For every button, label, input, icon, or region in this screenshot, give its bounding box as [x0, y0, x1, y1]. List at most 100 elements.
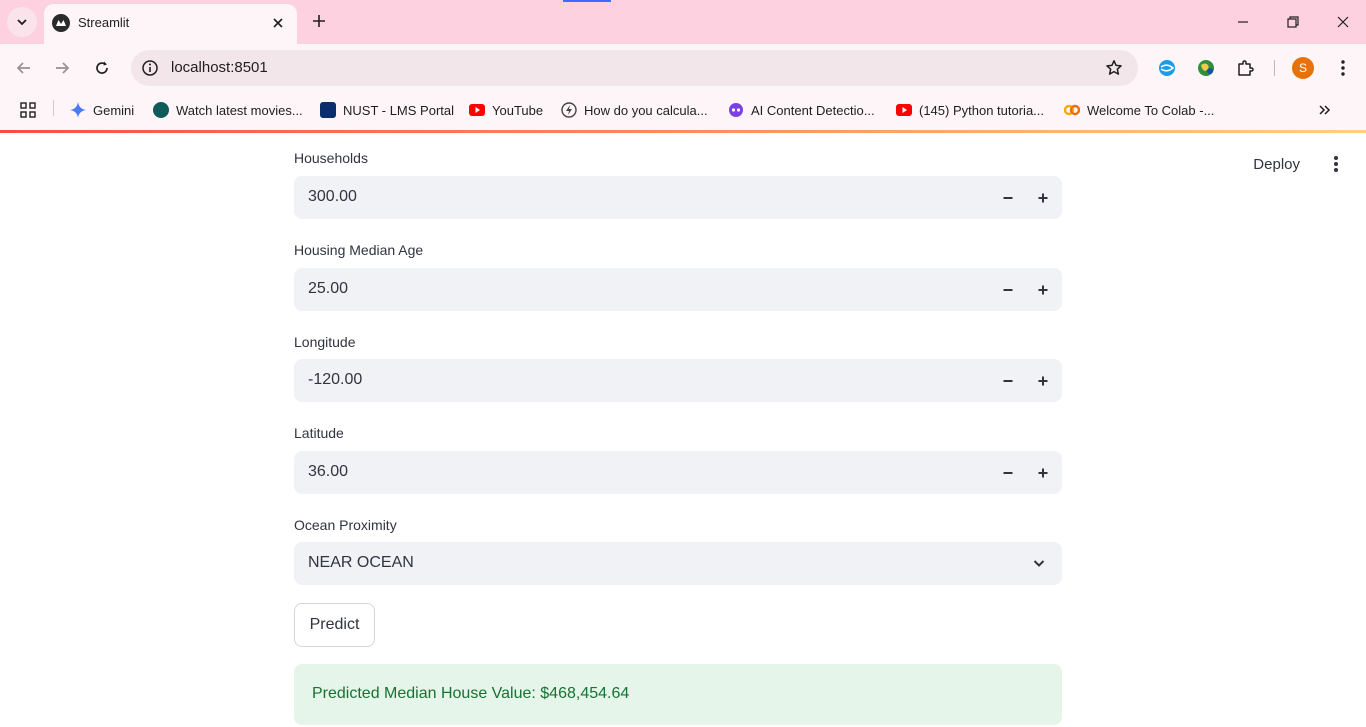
housing-median-age-increment-button[interactable] — [1029, 276, 1057, 304]
households-increment-button[interactable] — [1029, 184, 1057, 212]
streamlit-icon — [52, 14, 70, 32]
bookmark-label: NUST - LMS Portal — [343, 102, 455, 118]
tab-search-button[interactable] — [7, 7, 37, 37]
forward-button[interactable] — [48, 54, 76, 82]
site-info-icon[interactable] — [140, 58, 160, 78]
minus-icon — [1003, 197, 1013, 199]
arrow-left-icon — [16, 62, 30, 74]
colab-icon — [1064, 104, 1080, 116]
app-header-actions: Deploy — [1253, 152, 1346, 176]
nust-icon — [320, 102, 336, 118]
minus-icon — [1003, 289, 1013, 291]
households-input[interactable]: 300.00 — [294, 176, 1062, 219]
bookmark-label: Welcome To Colab -... — [1087, 102, 1215, 118]
bookmark-ai-content-detector[interactable]: AI Content Detectio... — [728, 100, 875, 120]
restore-button[interactable] — [1268, 0, 1318, 44]
close-tab-icon[interactable] — [268, 13, 288, 33]
bookmarks-bar: Gemini Watch latest movies... NUST - LMS… — [0, 92, 1366, 130]
browser-tab[interactable]: Streamlit — [44, 4, 297, 44]
longitude-increment-button[interactable] — [1029, 367, 1057, 395]
bookmark-how-calculate[interactable]: How do you calcula... — [561, 100, 708, 120]
households-value[interactable]: 300.00 — [308, 188, 357, 206]
ocean-proximity-label: Ocean Proximity — [294, 517, 397, 533]
chevron-down-icon[interactable] — [1030, 554, 1048, 572]
extension-globe-icon[interactable] — [1155, 56, 1179, 80]
bookmark-label: YouTube — [492, 102, 544, 118]
close-icon — [1337, 16, 1349, 28]
bookmark-gemini[interactable]: Gemini — [70, 100, 134, 120]
browser-menu-icon[interactable] — [1331, 56, 1355, 80]
streamlit-header-accent — [0, 130, 1366, 133]
youtube-icon — [896, 104, 912, 116]
arrow-right-icon — [56, 62, 70, 74]
bookmark-nust-lms[interactable]: NUST - LMS Portal — [320, 100, 454, 120]
bookmark-youtube[interactable]: YouTube — [469, 100, 543, 120]
bookmark-label: Gemini — [93, 102, 135, 118]
bookmark-label: How do you calcula... — [584, 102, 708, 118]
bookmark-colab[interactable]: Welcome To Colab -... — [1064, 100, 1214, 120]
bookmark-movies[interactable]: Watch latest movies... — [153, 100, 303, 120]
bookmark-star-icon[interactable] — [1104, 58, 1124, 78]
tab-title: Streamlit — [78, 15, 130, 30]
browser-toolbar: localhost:8501 S — [0, 44, 1366, 92]
ai-detector-icon — [729, 103, 743, 117]
bookmark-label: (145) Python tutoria... — [919, 102, 1045, 118]
youtube-icon — [469, 104, 485, 116]
close-window-button[interactable] — [1318, 0, 1366, 44]
minimize-button[interactable] — [1218, 0, 1268, 44]
bookmark-label: AI Content Detectio... — [751, 102, 875, 118]
tab-strip-indicator — [563, 0, 611, 2]
chevron-down-icon — [17, 19, 27, 26]
latitude-value[interactable]: 36.00 — [308, 463, 348, 481]
longitude-input[interactable]: -120.00 — [294, 359, 1062, 402]
reload-icon — [96, 61, 108, 74]
longitude-value[interactable]: -120.00 — [308, 371, 362, 389]
tab-strip: Streamlit — [0, 0, 1366, 44]
plus-icon — [1038, 468, 1048, 478]
apps-grid-icon[interactable] — [19, 100, 37, 120]
url-text[interactable]: localhost:8501 — [171, 59, 268, 76]
plus-icon — [1038, 285, 1048, 295]
plus-icon — [313, 15, 325, 27]
households-decrement-button[interactable] — [994, 184, 1022, 212]
latitude-label: Latitude — [294, 425, 344, 441]
main-menu-icon[interactable] — [1326, 152, 1346, 176]
lightning-icon — [561, 102, 577, 118]
minus-icon — [1003, 380, 1013, 382]
extensions-puzzle-icon[interactable] — [1233, 56, 1257, 80]
prediction-result-alert: Predicted Median House Value: $468,454.6… — [294, 664, 1062, 725]
movies-icon — [153, 102, 169, 118]
bookmark-label: Watch latest movies... — [176, 102, 303, 118]
ocean-proximity-select[interactable]: NEAR OCEAN — [294, 542, 1062, 585]
toolbar-separator — [1274, 60, 1275, 76]
new-tab-button[interactable] — [306, 8, 332, 34]
longitude-label: Longitude — [294, 334, 356, 350]
gemini-icon — [70, 102, 86, 118]
plus-icon — [1038, 376, 1048, 386]
reload-button[interactable] — [88, 54, 116, 82]
minus-icon — [1003, 472, 1013, 474]
bookmarks-separator — [53, 100, 54, 116]
bookmark-python-tutorial[interactable]: (145) Python tutoria... — [896, 100, 1044, 120]
latitude-input[interactable]: 36.00 — [294, 451, 1062, 494]
back-button[interactable] — [10, 54, 38, 82]
housing-median-age-label: Housing Median Age — [294, 242, 424, 258]
longitude-decrement-button[interactable] — [994, 367, 1022, 395]
predict-button[interactable]: Predict — [294, 603, 375, 647]
ocean-proximity-value: NEAR OCEAN — [308, 554, 414, 571]
prediction-result-text: Predicted Median House Value: $468,454.6… — [312, 685, 630, 702]
address-bar[interactable]: localhost:8501 — [131, 50, 1138, 86]
housing-median-age-decrement-button[interactable] — [994, 276, 1022, 304]
housing-median-age-input[interactable]: 25.00 — [294, 268, 1062, 311]
profile-avatar[interactable]: S — [1292, 57, 1314, 79]
extension-earth-icon[interactable] — [1194, 56, 1218, 80]
latitude-decrement-button[interactable] — [994, 459, 1022, 487]
latitude-increment-button[interactable] — [1029, 459, 1057, 487]
deploy-button[interactable]: Deploy — [1253, 156, 1300, 173]
plus-icon — [1038, 193, 1048, 203]
minimize-icon — [1238, 21, 1248, 23]
restore-icon — [1287, 16, 1299, 28]
more-bookmarks-icon[interactable] — [1318, 100, 1332, 120]
housing-median-age-value[interactable]: 25.00 — [308, 280, 348, 298]
households-label: Households — [294, 150, 368, 166]
